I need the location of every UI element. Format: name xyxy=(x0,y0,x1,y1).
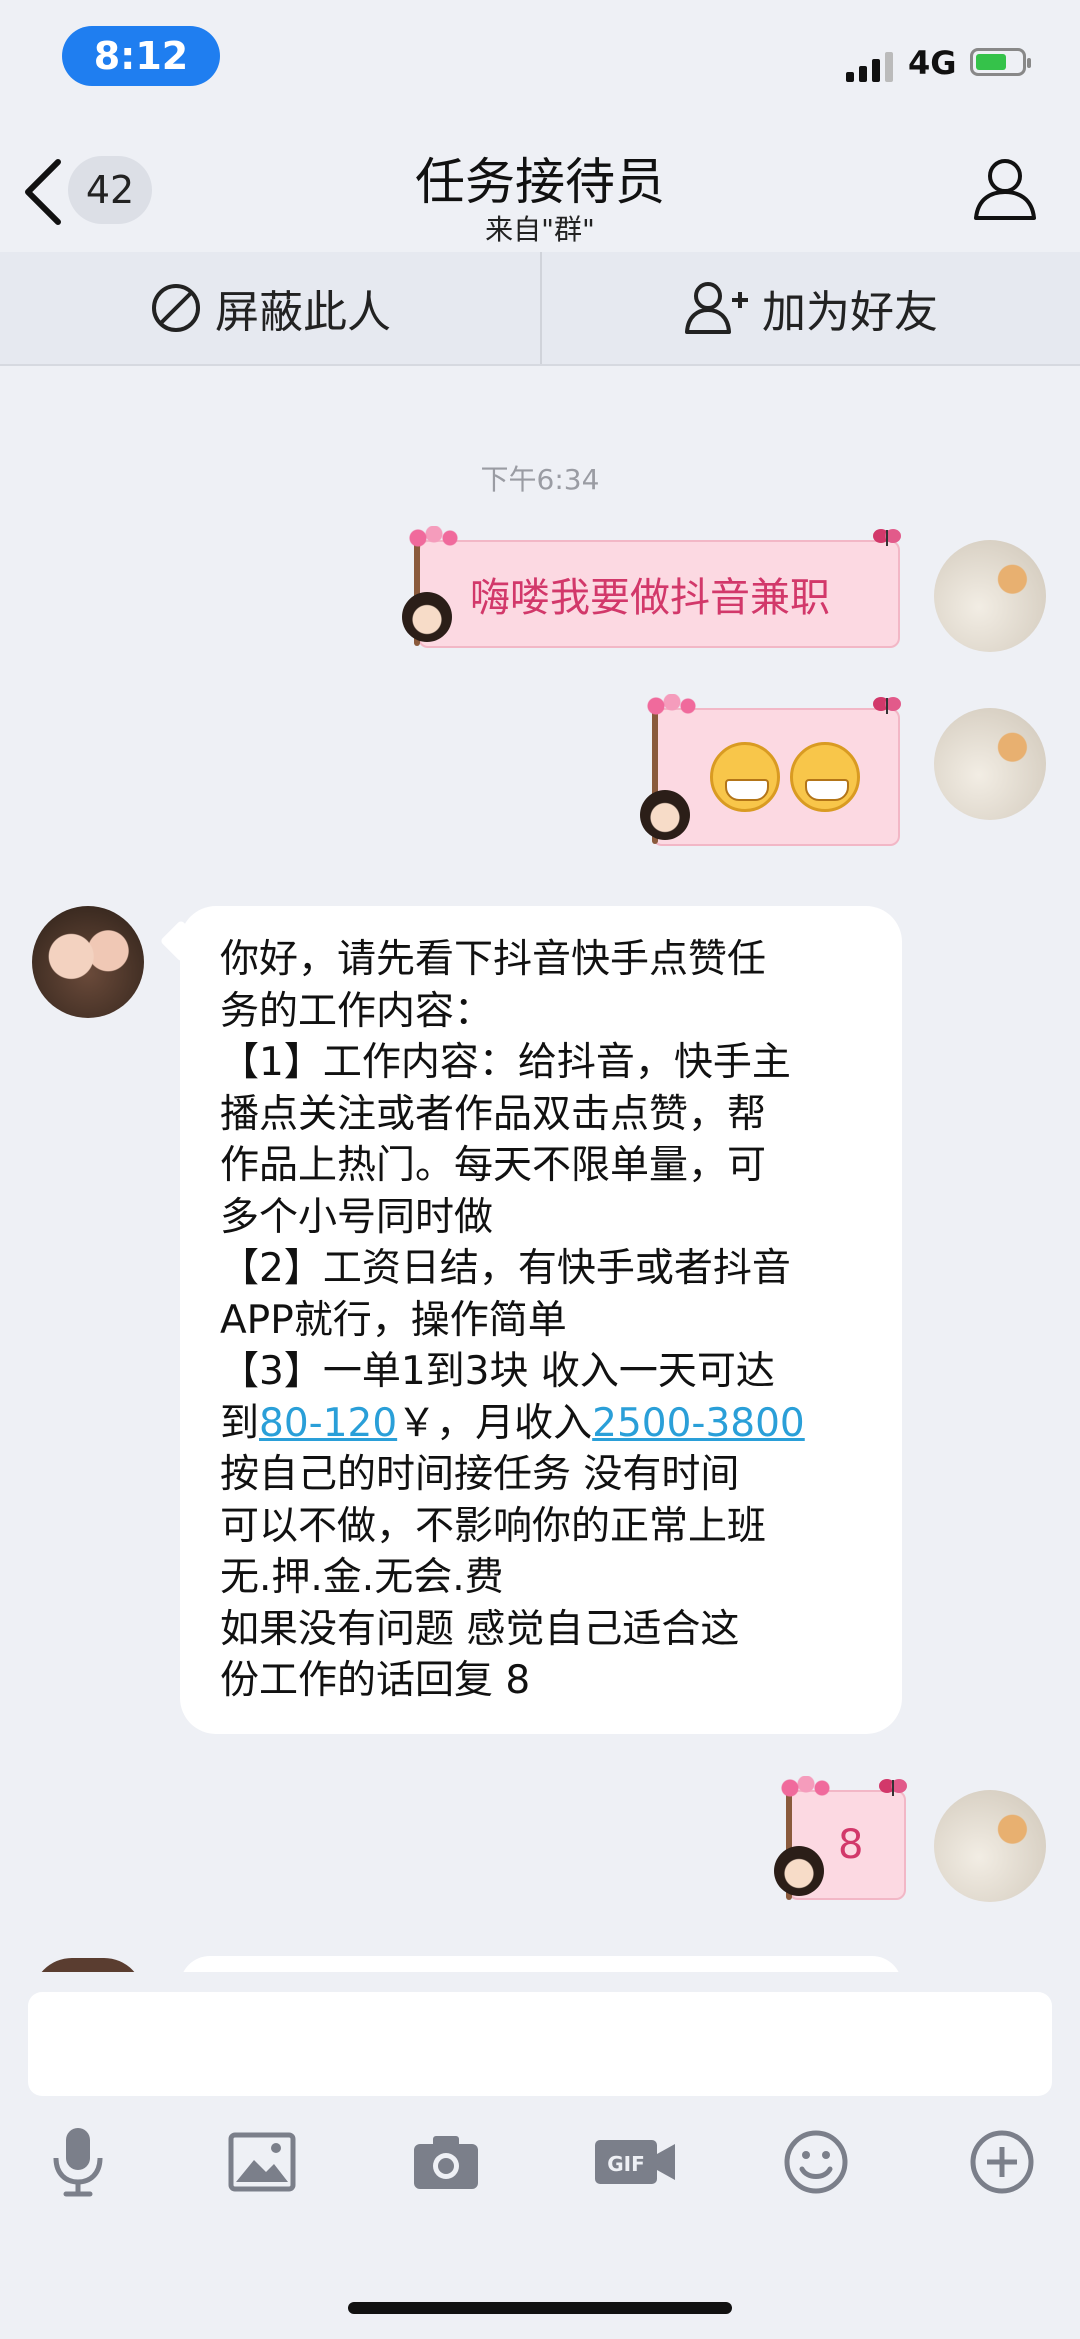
microphone-icon[interactable] xyxy=(38,2122,118,2202)
contact-avatar[interactable] xyxy=(32,906,144,1018)
bubble-decoration xyxy=(402,526,478,646)
signal-icon xyxy=(846,50,896,82)
status-bar: 8:12 4G xyxy=(0,0,1080,120)
message-line: 可以不做，不影响你的正常上班 xyxy=(220,1503,767,1549)
message-line: 你好，请先看下抖音快手点赞任 xyxy=(220,937,767,982)
butterfly-icon xyxy=(879,1779,907,1796)
message-line: 份工作的话回复 8 xyxy=(220,1658,531,1703)
message-line: 【2】工资日结，有快手或者抖音 xyxy=(220,1246,791,1291)
profile-icon[interactable] xyxy=(970,154,1040,224)
add-friend-label: 加为好友 xyxy=(762,287,938,338)
message-line: 【1】工作内容：给抖音，快手主 xyxy=(220,1040,791,1085)
add-friend-button[interactable]: 加为好友 xyxy=(542,252,1080,364)
message-line: 无.押.金.无会.费 xyxy=(220,1555,504,1600)
bubble-decoration xyxy=(774,1776,850,1900)
home-indicator[interactable] xyxy=(348,2302,732,2314)
add-friend-icon xyxy=(685,282,748,334)
message-line: 【3】一单1到3块 收入一天可达 xyxy=(220,1349,775,1394)
camera-icon[interactable] xyxy=(406,2122,486,2202)
message-timestamp: 下午6:34 xyxy=(480,463,600,496)
grinning-face-emoji xyxy=(710,742,780,812)
block-icon xyxy=(152,284,200,332)
block-user-button[interactable]: 屏蔽此人 xyxy=(0,252,540,364)
battery-icon xyxy=(970,48,1031,76)
plus-icon[interactable] xyxy=(962,2122,1042,2202)
page-title: 任务接待员 xyxy=(415,153,665,211)
input-area: GIF xyxy=(0,1972,1080,2339)
image-icon[interactable] xyxy=(222,2122,302,2202)
emoji-icon[interactable] xyxy=(776,2122,856,2202)
daily-income-link[interactable]: 80-120 xyxy=(259,1401,397,1446)
my-avatar[interactable] xyxy=(934,1790,1046,1902)
network-type: 4G xyxy=(908,44,957,82)
status-time: 8:12 xyxy=(62,26,220,86)
message-text: 嗨喽我要做抖音兼职 xyxy=(470,575,830,621)
my-avatar[interactable] xyxy=(934,540,1046,652)
my-avatar[interactable] xyxy=(934,708,1046,820)
message-line: 如果没有问题 感觉自己适合这 xyxy=(220,1606,740,1652)
message-text: 到 xyxy=(220,1400,260,1446)
gif-icon[interactable]: GIF xyxy=(590,2122,680,2202)
butterfly-icon xyxy=(873,697,901,714)
message-text: ￥，月收入 xyxy=(397,1400,593,1446)
message-line: 到80-120￥，月收入2500-3800 xyxy=(220,1398,862,1450)
bubble-decoration xyxy=(640,694,716,844)
butterfly-icon xyxy=(873,529,901,546)
page-subtitle: 来自"群" xyxy=(485,213,595,246)
message-line: 按自己的时间接任务 没有时间 xyxy=(220,1452,740,1497)
action-bar: 屏蔽此人 加为好友 xyxy=(0,252,1080,366)
message-line: APP就行，操作简单 xyxy=(220,1297,567,1343)
message-line: 作品上热门。每天不限单量，可 xyxy=(220,1143,767,1188)
message-line: 播点关注或者作品双击点赞，帮 xyxy=(220,1091,767,1137)
message-bubble-received[interactable]: 你好，请先看下抖音快手点赞任 务的工作内容： 【1】工作内容：给抖音，快手主 播… xyxy=(159,906,902,1734)
message-input[interactable] xyxy=(28,1992,1052,2096)
message-line: 务的工作内容： xyxy=(220,988,494,1034)
grinning-face-emoji xyxy=(790,742,860,812)
nav-bar: 42 任务接待员 来自"群" xyxy=(0,120,1080,254)
monthly-income-link[interactable]: 2500-3800 xyxy=(592,1401,805,1446)
message-bubble-sent[interactable]: 嗨喽我要做抖音兼职 xyxy=(418,540,900,648)
block-user-label: 屏蔽此人 xyxy=(215,287,391,338)
message-line: 多个小号同时做 xyxy=(220,1194,494,1240)
svg-text:GIF: GIF xyxy=(607,2152,645,2176)
